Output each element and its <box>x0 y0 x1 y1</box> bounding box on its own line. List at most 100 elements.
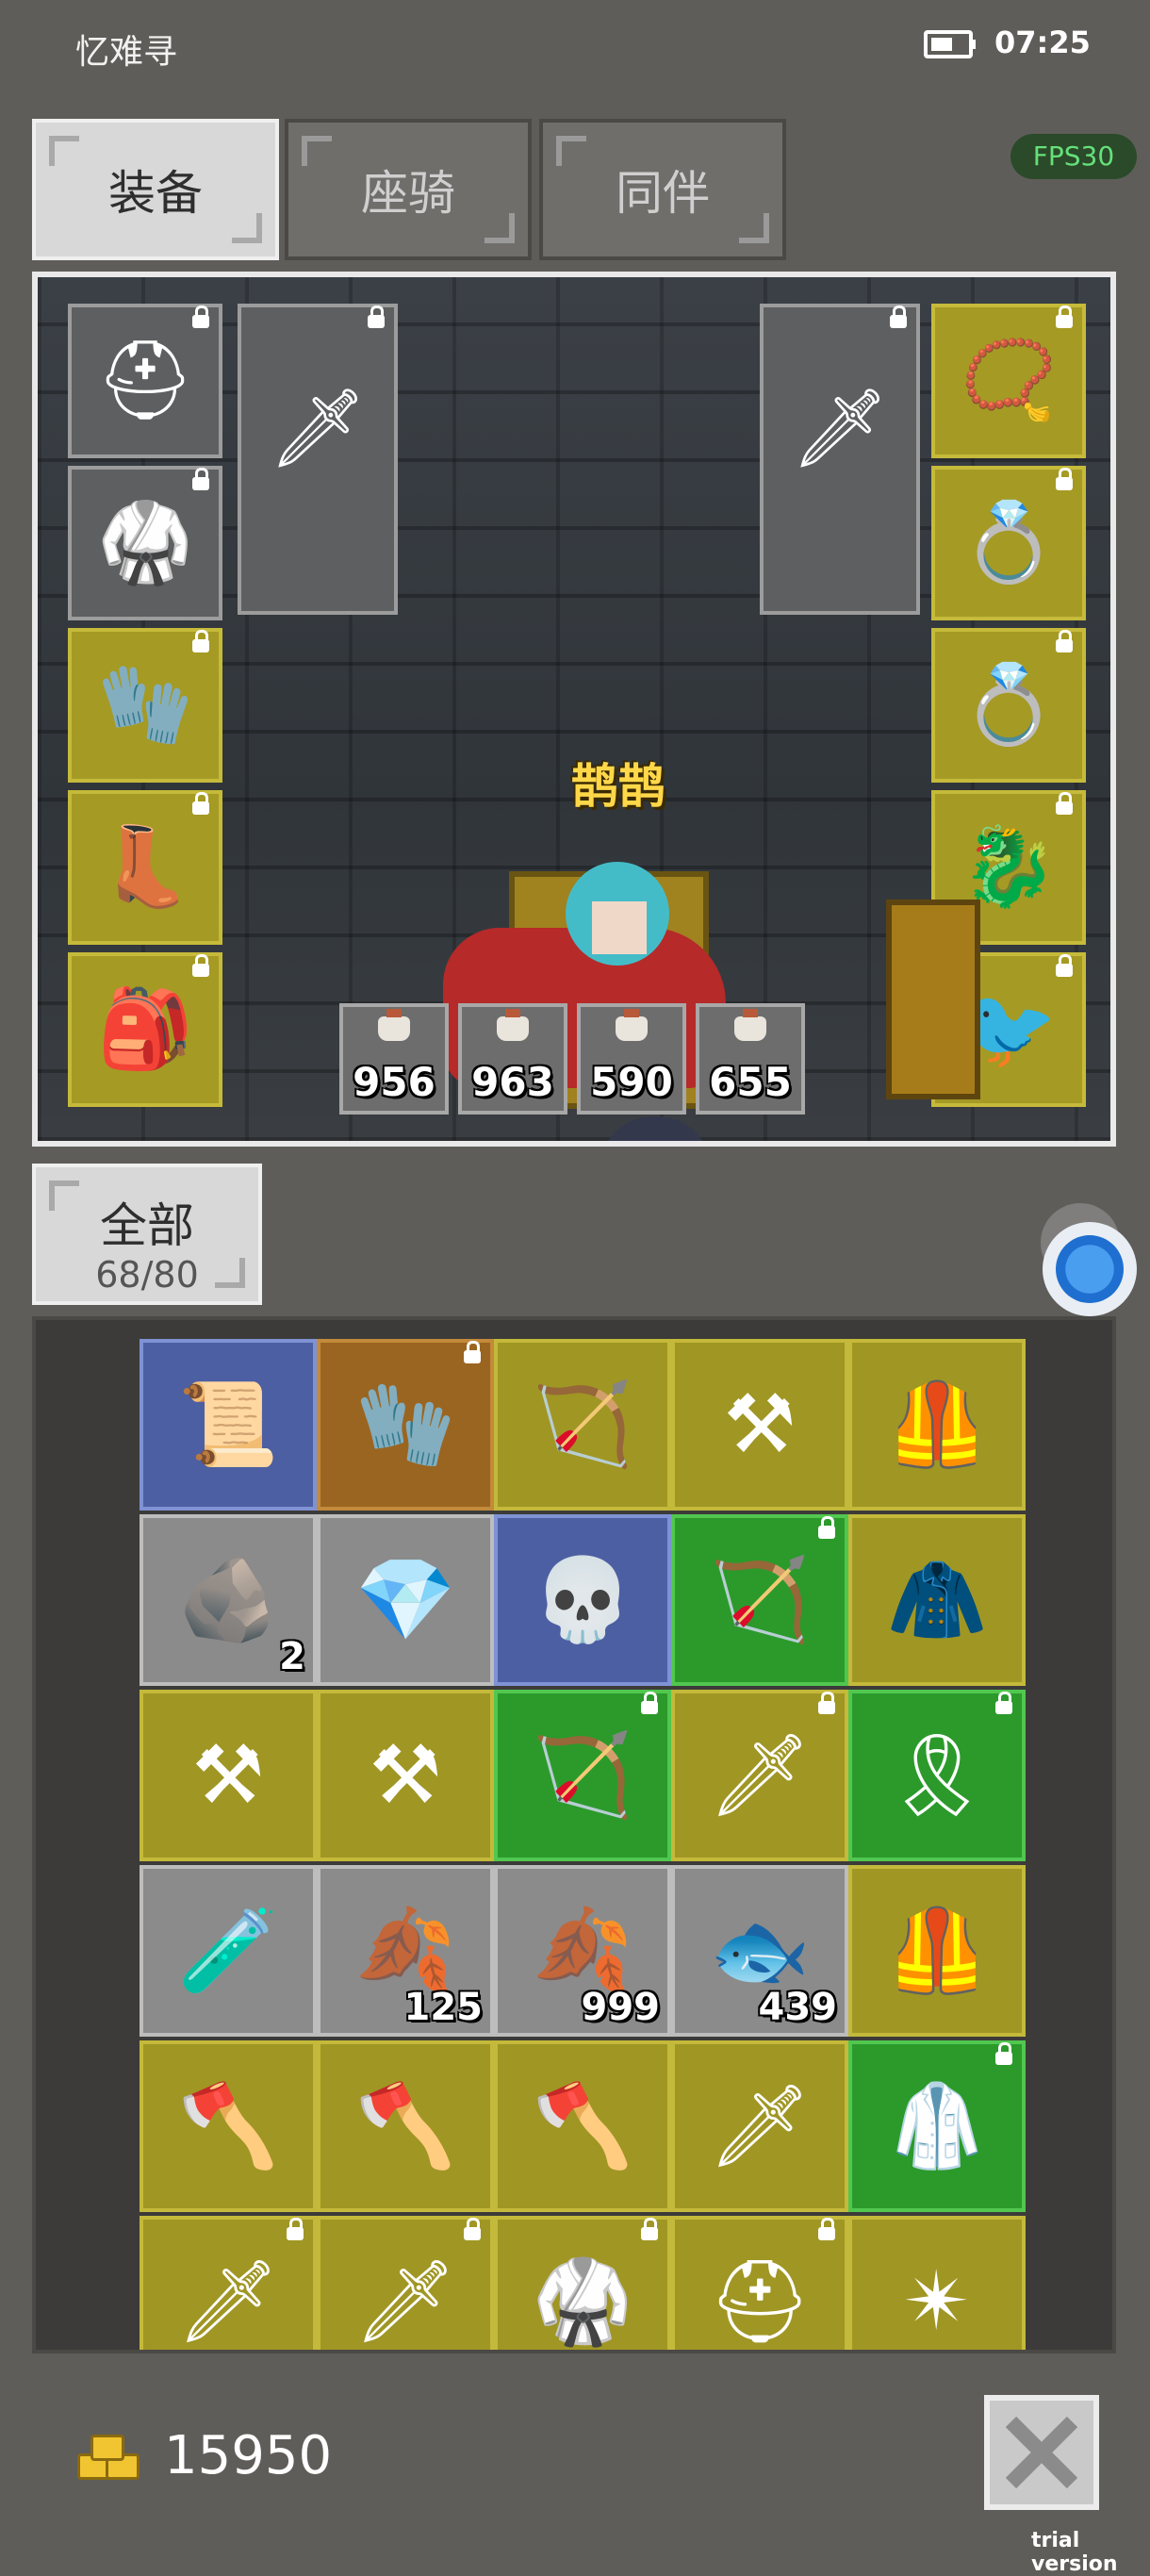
inventory-slot[interactable]: 📜 <box>140 1339 317 1511</box>
inventory-slot[interactable]: 🗡 <box>671 1690 848 1861</box>
lock-icon <box>641 2218 658 2240</box>
armor-icon: 🥋 <box>532 2254 633 2349</box>
inventory-slot[interactable]: ✴ <box>848 2216 1026 2350</box>
tab-mount[interactable]: 座骑 <box>285 119 532 260</box>
inventory-slot[interactable]: 🦺 <box>848 1865 1026 2037</box>
inventory-slot[interactable]: 🍂 125 <box>317 1865 494 2037</box>
treasure-chest <box>886 900 980 1099</box>
potion-counter[interactable]: 590 <box>577 1003 686 1115</box>
potion-icon: 🧪 <box>177 1904 279 1998</box>
lock-icon <box>192 954 209 977</box>
inventory-slot[interactable]: ⚒ <box>317 1690 494 1861</box>
lock-icon <box>641 1692 658 1714</box>
inventory-slot[interactable]: ⚒ <box>140 1690 317 1861</box>
potion-counter[interactable]: 655 <box>696 1003 805 1115</box>
belt-slot[interactable]: 🎒 <box>68 952 222 1107</box>
ring-icon: 💍 <box>960 498 1058 587</box>
inventory-slot[interactable]: 🦺 <box>848 1339 1026 1511</box>
ring-slot-2[interactable]: 💍 <box>931 628 1086 783</box>
scythe-icon: ⚒ <box>191 1728 265 1823</box>
crossbow-icon: 🏹 <box>532 1378 633 1472</box>
inventory-slot[interactable]: 🥋 <box>494 2216 671 2350</box>
tab-equipment[interactable]: 装备 <box>32 119 279 260</box>
inventory-slot[interactable]: ⚒ <box>671 1339 848 1511</box>
chestplate-icon: 🦺 <box>886 1378 988 1472</box>
inventory-slot[interactable]: 🧥 <box>848 1514 1026 1686</box>
armor-slot[interactable]: 🥋 <box>68 466 222 620</box>
sword-icon: 🗡 <box>176 2254 280 2349</box>
inventory-slot[interactable]: 🪓 <box>317 2040 494 2212</box>
inventory-slot[interactable]: 🗡 <box>671 2040 848 2212</box>
inventory-slot[interactable]: 🏹 <box>494 1690 671 1861</box>
lock-icon <box>818 1516 835 1539</box>
ring-slot-1[interactable]: 💍 <box>931 466 1086 620</box>
tab-companion[interactable]: 同伴 <box>539 119 786 260</box>
inventory-slot[interactable]: 🍂 999 <box>494 1865 671 2037</box>
inventory-slot[interactable]: 🐟 439 <box>671 1865 848 2037</box>
pet-name: 鹊鹊 <box>571 759 665 814</box>
helmet-slot[interactable]: ⛑ <box>68 304 222 458</box>
inventory-slot[interactable]: 🏹 <box>494 1339 671 1511</box>
lock-icon <box>995 1692 1012 1714</box>
boots-slot[interactable]: 👢 <box>68 790 222 945</box>
inventory-slot[interactable]: 🧤 <box>317 1339 494 1511</box>
inventory-slot[interactable]: 🎗 <box>848 1690 1026 1861</box>
inventory-slot[interactable]: 🪓 <box>140 2040 317 2212</box>
main-weapon-slot[interactable]: 🗡 <box>238 304 398 615</box>
sword-icon: 🗡 <box>708 1728 812 1823</box>
lock-icon <box>192 792 209 815</box>
off-weapon-slot[interactable]: 🗡 <box>760 304 920 615</box>
battle-axe-icon: 🪓 <box>354 2079 456 2173</box>
app-name: 忆难寻 <box>75 33 178 72</box>
glove-icon: 🧤 <box>354 1378 456 1472</box>
inventory-slot[interactable]: 💀 <box>494 1514 671 1686</box>
potion-icon <box>378 1009 410 1041</box>
battle-axe-icon: 🪓 <box>532 2079 633 2173</box>
magpie-pet <box>603 1116 707 1141</box>
helmet-icon: ⛑ <box>95 336 195 425</box>
inventory-slot[interactable]: ⛑ <box>671 2216 848 2350</box>
equipment-panel: ⛑ 🥋 🧤 👢 🎒 🗡 🗡 📿 💍 💍 🐉 🐦 鹊鹊 956 963 590 6… <box>32 272 1116 1147</box>
potion-icon <box>497 1009 529 1041</box>
helmet-icon: ⛑ <box>708 2254 812 2349</box>
inventory-slot[interactable]: 🪓 <box>494 2040 671 2212</box>
battery-icon <box>924 30 973 58</box>
potion-counter[interactable]: 963 <box>458 1003 567 1115</box>
lock-icon <box>192 468 209 490</box>
lock-icon <box>1056 630 1073 652</box>
robe-icon: 🧥 <box>886 1553 988 1647</box>
lock-icon <box>192 630 209 652</box>
inventory-slot[interactable]: 🥼 <box>848 2040 1026 2212</box>
inventory-slot[interactable]: 🏹 <box>671 1514 848 1686</box>
inventory-slot[interactable]: 🗡 <box>317 2216 494 2350</box>
lock-icon <box>287 2218 304 2240</box>
amulet-slot[interactable]: 📿 <box>931 304 1086 458</box>
inventory-grid: 📜 🧤 🏹 ⚒ 🦺 🪨 2 💎 💀 🏹 🧥 ⚒ ⚒ 🏹 🗡 🎗 🧪 🍂 125 🍂 999 🐟 439 🦺 🪓 🪓 🪓 🗡 🥼 🗡 🗡 🥋 ⛑ ✴ <box>32 1316 1116 2353</box>
fish-icon: 🐟 <box>709 1904 811 1998</box>
inventory-slot[interactable]: 🪨 2 <box>140 1514 317 1686</box>
lock-icon <box>1056 792 1073 815</box>
filter-tab-all[interactable]: 全部 68/80 <box>32 1164 262 1305</box>
battery-tip <box>971 40 976 49</box>
close-button[interactable] <box>984 2395 1099 2510</box>
belt-icon: 🎒 <box>96 984 194 1074</box>
hero-face <box>592 901 647 954</box>
potion-counter[interactable]: 956 <box>339 1003 449 1115</box>
inventory-slot[interactable]: 💎 <box>317 1514 494 1686</box>
status-bar: 忆难寻 07:25 <box>0 0 1150 94</box>
inventory-slot[interactable]: 🧪 <box>140 1865 317 2037</box>
emerald-icon: 💎 <box>354 1553 456 1647</box>
belt-icon: 🎗 <box>885 1728 989 1823</box>
red-leaf-icon: 🍂 <box>532 1904 633 1998</box>
rune-stone-icon: 🪨 <box>177 1553 279 1647</box>
inventory-count: 68/80 <box>95 1254 199 1296</box>
inventory-slot[interactable]: 🗡 <box>140 2216 317 2350</box>
potion-icon <box>616 1009 648 1041</box>
gauntlet-slot[interactable]: 🧤 <box>68 628 222 783</box>
scroll-icon: 📜 <box>177 1378 279 1472</box>
amulet-icon: 📿 <box>960 336 1058 425</box>
lock-icon <box>890 305 907 328</box>
gold-icon <box>77 2435 140 2480</box>
filter-label: 全部 <box>100 1198 194 1253</box>
floating-assistant-button[interactable] <box>1043 1222 1137 1316</box>
